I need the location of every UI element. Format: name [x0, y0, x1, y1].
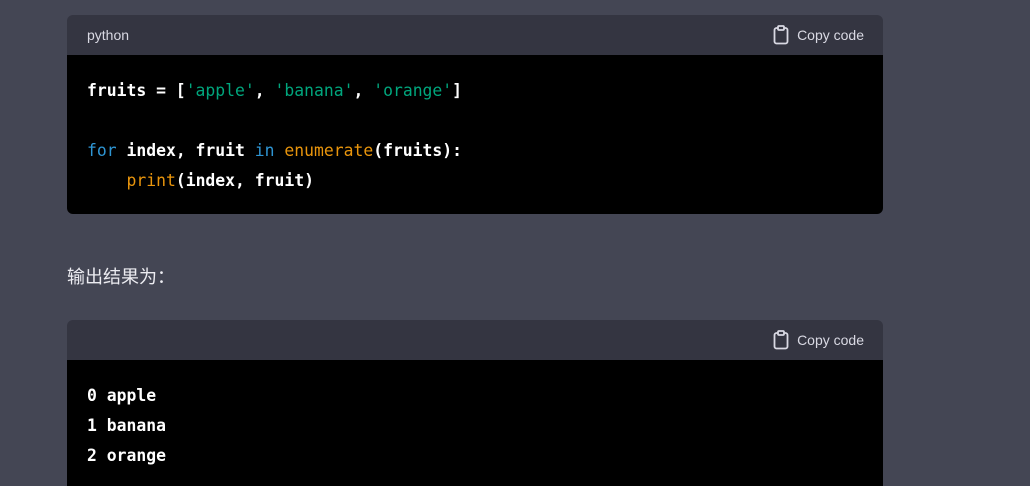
chat-message-content: python Copy code fruits = ['apple', 'ban…: [0, 0, 1030, 486]
code-token: 'orange': [373, 81, 453, 100]
copy-code-label: Copy code: [797, 27, 864, 43]
code-token: 0 apple: [87, 386, 157, 405]
code-block-header: python Copy code: [67, 15, 883, 55]
copy-code-button[interactable]: Copy code: [773, 25, 864, 45]
clipboard-icon: [773, 25, 789, 45]
code-token: ]: [452, 81, 463, 100]
code-token: in: [254, 141, 275, 160]
code-line: 1 banana: [87, 411, 863, 441]
code-block-header: Copy code: [67, 320, 883, 360]
code-token: ,: [353, 81, 374, 100]
code-token: 'banana': [274, 81, 354, 100]
code-block-output: Copy code 0 apple 1 banana 2 orange: [67, 320, 883, 486]
code-language-label: python: [87, 27, 130, 43]
code-token: 1 banana: [87, 416, 166, 435]
code-line: print(index, fruit): [87, 166, 863, 196]
copy-code-label: Copy code: [797, 332, 864, 348]
code-token: fruits = [: [87, 81, 186, 100]
code-token: (index, fruit): [175, 171, 314, 190]
code-token: enumerate: [284, 141, 374, 160]
code-line: 2 orange: [87, 441, 863, 471]
code-line: 0 apple: [87, 381, 863, 411]
code-line: for index, fruit in enumerate(fruits):: [87, 136, 863, 166]
output-intro-text: 输出结果为：: [67, 267, 175, 288]
code-line: fruits = ['apple', 'banana', 'orange']: [87, 76, 863, 106]
code-body: fruits = ['apple', 'banana', 'orange'] fo…: [67, 55, 883, 214]
code-block-python: python Copy code fruits = ['apple', 'ban…: [67, 15, 883, 214]
code-token: 2 orange: [87, 446, 166, 465]
code-token: print: [126, 171, 176, 190]
code-token: for: [87, 141, 117, 160]
clipboard-icon: [773, 330, 789, 350]
copy-code-button[interactable]: Copy code: [773, 330, 864, 350]
code-body: 0 apple 1 banana 2 orange: [67, 360, 883, 486]
code-token: 'apple': [185, 81, 255, 100]
code-token: (fruits):: [373, 141, 463, 160]
code-token: index, fruit: [116, 141, 255, 160]
code-token: ,: [254, 81, 275, 100]
